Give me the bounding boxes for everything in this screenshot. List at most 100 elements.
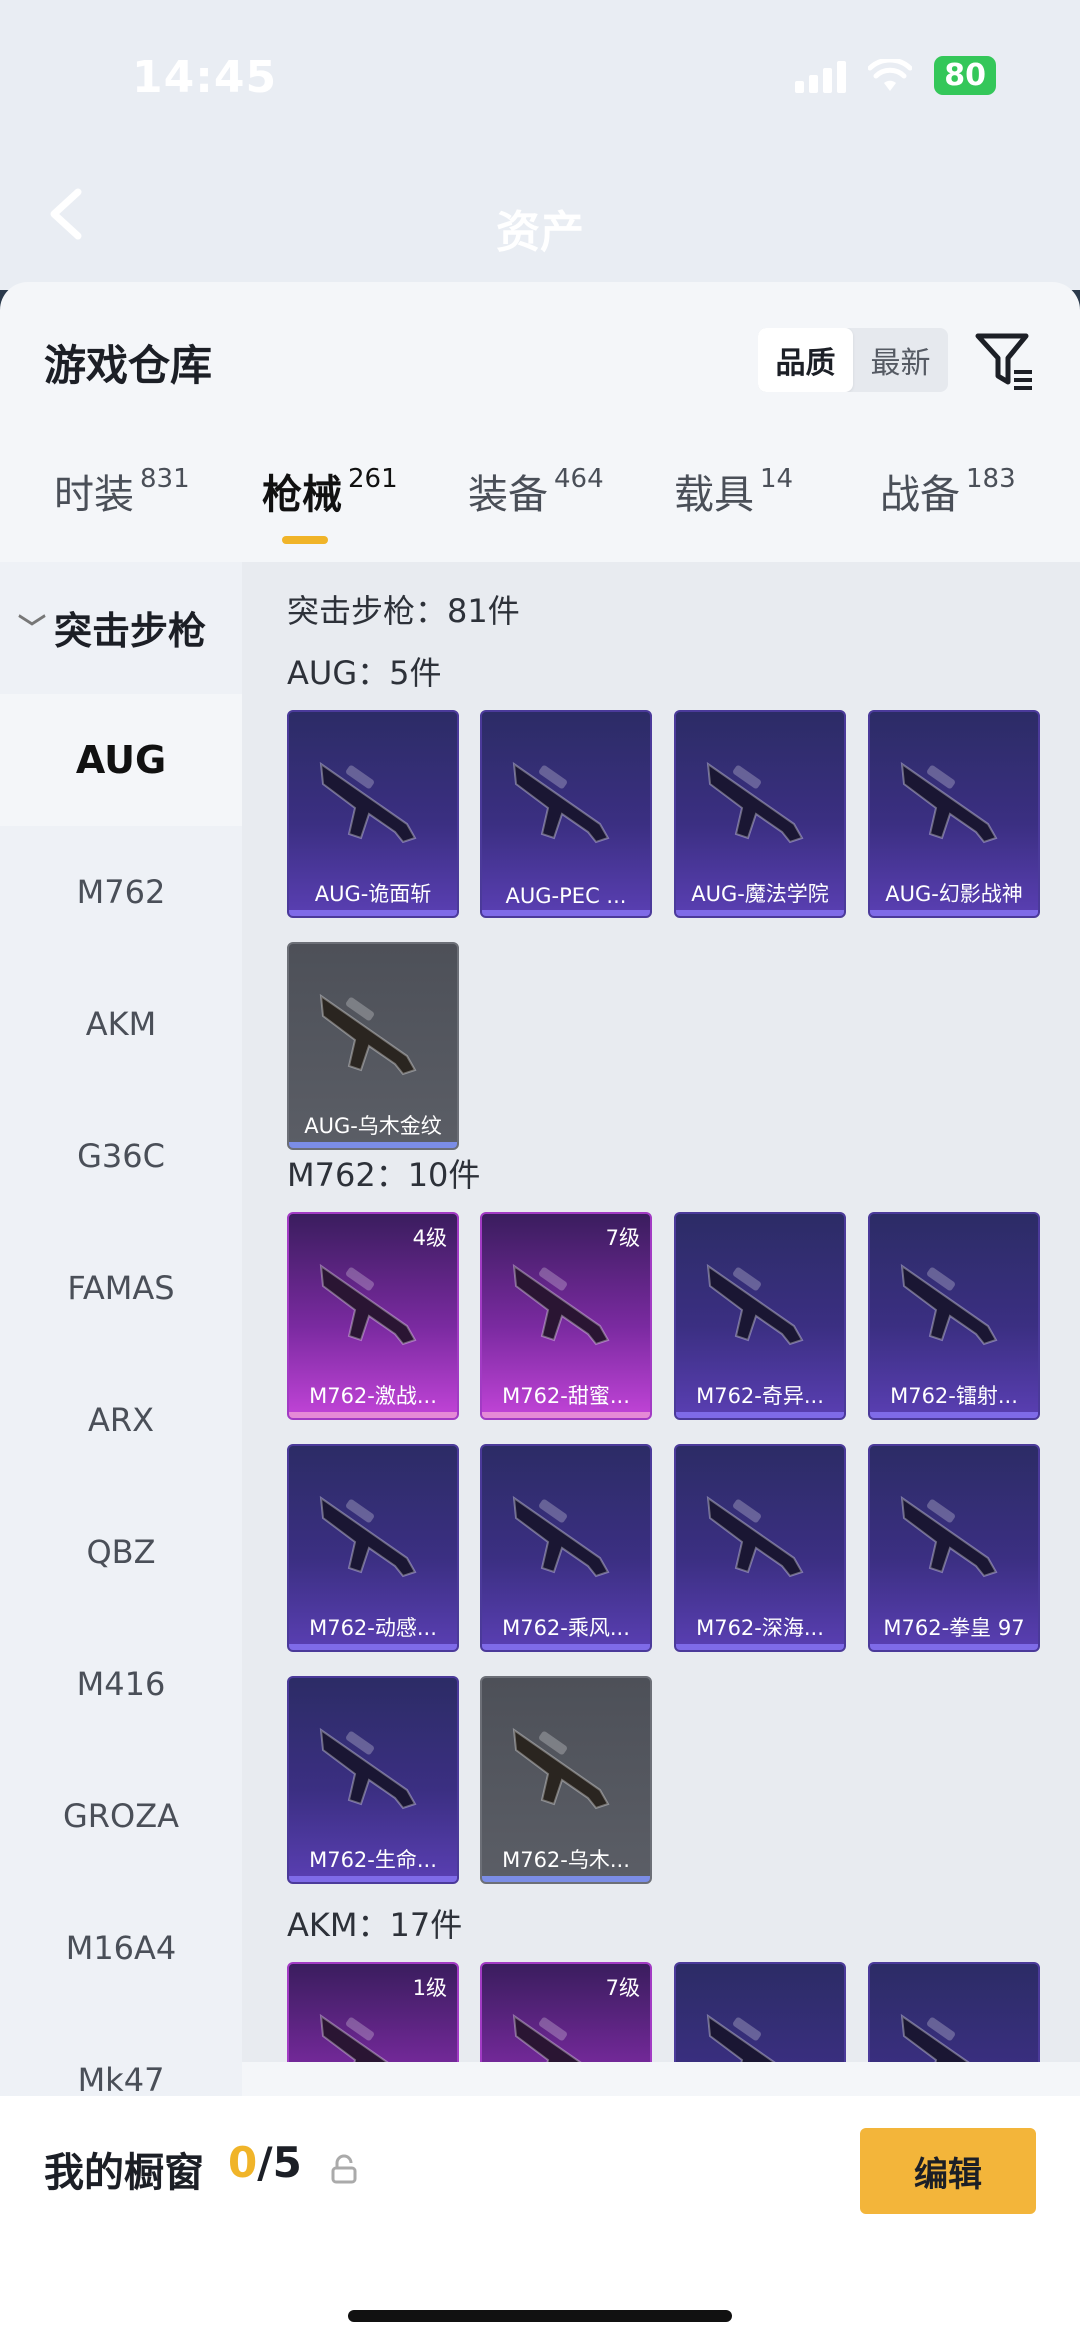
sidebar-item-m16a4[interactable]: M16A4 xyxy=(0,1882,242,2014)
weapon-name: M762-奇异... xyxy=(696,1384,824,1408)
weapon-card[interactable] xyxy=(868,1962,1040,2062)
weapon-card[interactable]: M762-拳皇 97 xyxy=(868,1444,1040,1652)
tab-supplies[interactable]: 战备 183 xyxy=(880,462,1016,520)
wifi-icon xyxy=(867,57,913,93)
rifle-icon xyxy=(512,1495,610,1578)
rarity-bar xyxy=(289,910,457,916)
rarity-bar xyxy=(676,1644,844,1650)
rifle-icon xyxy=(319,2013,389,2062)
edit-button[interactable]: 编辑 xyxy=(860,2128,1036,2214)
weapon-name: M762-生命... xyxy=(309,1848,437,1872)
battery-indicator: 80 xyxy=(934,56,996,95)
signal-icon xyxy=(795,59,847,93)
rarity-bar xyxy=(870,910,1038,916)
weapon-card[interactable]: M762-乘风... xyxy=(480,1444,652,1652)
lock-icon xyxy=(331,2154,357,2184)
weapon-card[interactable]: M762-奇异... xyxy=(674,1212,846,1420)
tab-vehicles[interactable]: 载具 14 xyxy=(674,462,793,520)
weapon-card[interactable]: AUG-幻影战神 xyxy=(868,710,1040,918)
rarity-bar xyxy=(289,1876,457,1882)
rifle-icon xyxy=(512,1263,610,1346)
sort-newest[interactable]: 最新 xyxy=(853,328,948,392)
sort-quality[interactable]: 品质 xyxy=(758,328,853,392)
sidebar-group-header[interactable]: ﹀ 突击步枪 xyxy=(0,562,242,692)
weapon-card[interactable]: AUG-魔法学院 xyxy=(674,710,846,918)
weapon-card[interactable]: AUG-PEC ... xyxy=(480,710,652,918)
rarity-bar xyxy=(482,1412,650,1418)
weapon-card[interactable] xyxy=(674,1962,846,2062)
rifle-icon xyxy=(900,2013,970,2062)
home-indicator xyxy=(348,2310,732,2322)
rifle-icon xyxy=(706,761,804,844)
weapon-card[interactable]: M762-动感... xyxy=(287,1444,459,1652)
sort-toggle: 品质 最新 xyxy=(758,328,948,392)
sidebar-item-aug[interactable]: AUG xyxy=(0,694,242,826)
showcase-title: 我的橱窗 xyxy=(44,2150,204,2196)
sidebar-item-akm[interactable]: AKM xyxy=(0,958,242,1090)
rifle-icon xyxy=(900,1263,998,1346)
tab-equipment[interactable]: 装备 464 xyxy=(468,462,604,520)
rarity-bar xyxy=(676,910,844,916)
section-label: AKM：17件 xyxy=(287,1906,463,1944)
weapon-name: AUG-魔法学院 xyxy=(691,882,829,906)
weapon-name: M762-拳皇 97 xyxy=(883,1616,1025,1640)
weapon-card[interactable]: 1级 xyxy=(287,1962,459,2062)
section-label: AUG：5件 xyxy=(287,654,442,692)
rifle-icon xyxy=(706,1263,804,1346)
status-time: 14:45 xyxy=(132,52,278,103)
weapon-name: AUG-PEC ... xyxy=(505,884,627,908)
rarity-bar xyxy=(870,1412,1038,1418)
weapon-sidebar: ﹀ 突击步枪 AUG M762 AKM G36C FAMAS ARX QBZ M4… xyxy=(0,562,242,2341)
header-backdrop: 14:45 80 资产 xyxy=(0,0,1080,290)
tab-fashion[interactable]: 时装 831 xyxy=(54,462,190,520)
rarity-bar xyxy=(289,1644,457,1650)
weapon-name: M762-甜蜜... xyxy=(502,1384,630,1408)
sidebar-item-groza[interactable]: GROZA xyxy=(0,1750,242,1882)
weapon-card[interactable]: M762-乌木... xyxy=(480,1676,652,1884)
sidebar-item-famas[interactable]: FAMAS xyxy=(0,1222,242,1354)
weapon-name: M762-动感... xyxy=(309,1616,437,1640)
rarity-bar xyxy=(289,1142,457,1148)
weapon-name: M762-激战... xyxy=(309,1384,437,1408)
rifle-icon xyxy=(900,1495,998,1578)
rifle-icon xyxy=(512,1727,610,1810)
weapon-card[interactable]: 7级 xyxy=(480,1962,652,2062)
section-label: M762：10件 xyxy=(287,1156,481,1194)
weapon-card[interactable]: M762-生命... xyxy=(287,1676,459,1884)
weapon-card[interactable]: 7级 M762-甜蜜... xyxy=(480,1212,652,1420)
rifle-icon xyxy=(512,761,610,844)
rifle-icon xyxy=(319,1263,417,1346)
showcase-bar: 我的橱窗 0/5 编辑 xyxy=(0,2096,1080,2341)
rarity-bar xyxy=(482,910,650,916)
sidebar-item-qbz[interactable]: QBZ xyxy=(0,1486,242,1618)
sheet-title: 游戏仓库 xyxy=(44,341,213,390)
sidebar-item-m416[interactable]: M416 xyxy=(0,1618,242,1750)
level-badge: 4级 xyxy=(412,1226,447,1250)
level-badge: 1级 xyxy=(412,1976,447,2000)
sidebar-item-g36c[interactable]: G36C xyxy=(0,1090,242,1222)
chevron-down-icon: ﹀ xyxy=(18,612,47,645)
weapon-card[interactable]: M762-深海... xyxy=(674,1444,846,1652)
weapon-name: AUG-幻影战神 xyxy=(885,882,1023,906)
rifle-icon xyxy=(319,761,417,844)
filter-icon[interactable] xyxy=(974,330,1034,392)
rifle-icon xyxy=(706,2013,776,2062)
sidebar-item-arx[interactable]: ARX xyxy=(0,1354,242,1486)
rarity-bar xyxy=(482,1876,650,1882)
weapon-name: AUG-乌木金纹 xyxy=(304,1114,442,1138)
tab-firearms[interactable]: 枪械 261 xyxy=(262,462,398,520)
rarity-bar xyxy=(482,1644,650,1650)
weapon-card[interactable]: 4级 M762-激战... xyxy=(287,1212,459,1420)
weapon-card[interactable]: M762-镭射... xyxy=(868,1212,1040,1420)
weapon-card[interactable]: AUG-诡面斩 xyxy=(287,710,459,918)
level-badge: 7级 xyxy=(605,1976,640,2000)
sidebar-item-m762[interactable]: M762 xyxy=(0,826,242,958)
weapon-card[interactable]: AUG-乌木金纹 xyxy=(287,942,459,1150)
rarity-bar xyxy=(870,1644,1038,1650)
category-tabs: 时装 831 枪械 261 装备 464 载具 14 战备 183 xyxy=(0,462,1080,542)
warehouse-sheet: 游戏仓库 品质 最新 时装 831 枪械 261 装备 464 载具 14 战备 183 … xyxy=(0,282,1080,2341)
rifle-icon xyxy=(319,1727,417,1810)
status-icons: 80 xyxy=(795,56,996,95)
showcase-count: 0/5 xyxy=(228,2138,302,2187)
rarity-bar xyxy=(676,1412,844,1418)
